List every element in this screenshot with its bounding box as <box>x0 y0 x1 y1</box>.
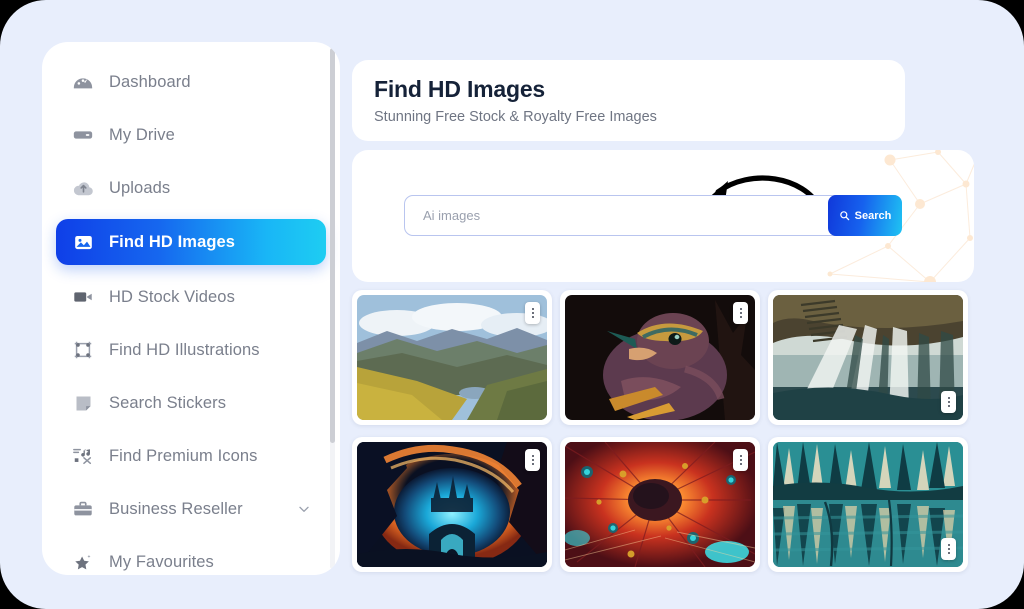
sidebar-item-label: Uploads <box>109 178 171 197</box>
teal-forest-lake-thumbnail <box>773 442 963 567</box>
app-frame: Dashboard My Drive Uploads Find HD Image… <box>0 0 1024 609</box>
mountain-valley-landscape-thumbnail <box>357 295 547 420</box>
abstract-red-explosion-thumbnail <box>565 442 755 567</box>
sidebar-item-find-hd-illustrations[interactable]: Find HD Illustrations <box>56 328 326 372</box>
image-card[interactable] <box>560 290 760 425</box>
sidebar-scrollbar-thumb[interactable] <box>330 48 335 443</box>
chevron-down-icon[interactable] <box>296 501 312 517</box>
sticker-icon <box>70 390 96 416</box>
page-header-card: Find HD Images Stunning Free Stock & Roy… <box>352 60 905 141</box>
kebab-menu-icon[interactable] <box>941 391 956 413</box>
colorful-bird-portrait-thumbnail <box>565 295 755 420</box>
fantasy-fire-portal-thumbnail <box>357 442 547 567</box>
image-card[interactable] <box>768 290 968 425</box>
briefcase-icon <box>70 496 96 522</box>
speedometer-icon <box>70 69 96 95</box>
image-card[interactable] <box>352 437 552 572</box>
sidebar-item-label: My Favourites <box>109 552 214 571</box>
kebab-menu-icon[interactable] <box>941 538 956 560</box>
kebab-menu-icon[interactable] <box>525 302 540 324</box>
search-panel: Search <box>352 150 974 282</box>
sidebar: Dashboard My Drive Uploads Find HD Image… <box>42 42 340 575</box>
star-sparkle-icon <box>70 549 96 575</box>
icon-set-icon <box>70 443 96 469</box>
sidebar-item-find-hd-images[interactable]: Find HD Images <box>56 219 326 265</box>
page-subtitle: Stunning Free Stock & Royalty Free Image… <box>374 109 657 125</box>
sidebar-item-find-premium-icons[interactable]: Find Premium Icons <box>56 434 326 478</box>
search-row: Search <box>404 195 902 236</box>
page-title: Find HD Images <box>374 76 546 102</box>
search-button[interactable]: Search <box>828 195 902 236</box>
sidebar-item-label: Business Reseller <box>109 499 243 518</box>
sidebar-item-label: My Drive <box>109 125 175 144</box>
kebab-menu-icon[interactable] <box>733 449 748 471</box>
image-card[interactable] <box>560 437 760 572</box>
sidebar-item-label: Find HD Illustrations <box>109 340 260 359</box>
sidebar-item-uploads[interactable]: Uploads <box>56 166 326 210</box>
image-icon <box>70 229 96 255</box>
kebab-menu-icon[interactable] <box>525 449 540 471</box>
sidebar-item-label: Find HD Images <box>109 232 236 251</box>
sidebar-item-my-drive[interactable]: My Drive <box>56 113 326 157</box>
cave-light-rays-thumbnail <box>773 295 963 420</box>
sidebar-item-business-reseller[interactable]: Business Reseller <box>56 487 326 531</box>
cloud-upload-icon <box>70 175 96 201</box>
image-card[interactable] <box>352 290 552 425</box>
image-card[interactable] <box>768 437 968 572</box>
sidebar-scroll-area: Dashboard My Drive Uploads Find HD Image… <box>42 42 340 575</box>
search-button-label: Search <box>854 209 892 222</box>
sidebar-item-dashboard[interactable]: Dashboard <box>56 60 326 104</box>
main-content: Find HD Images Stunning Free Stock & Roy… <box>352 42 984 575</box>
sidebar-item-hd-stock-videos[interactable]: HD Stock Videos <box>56 275 326 319</box>
sidebar-item-label: Dashboard <box>109 72 191 91</box>
sidebar-item-label: Find Premium Icons <box>109 446 258 465</box>
search-icon <box>839 211 849 221</box>
video-camera-icon <box>70 284 96 310</box>
crop-frame-icon <box>70 337 96 363</box>
sidebar-item-my-favourites[interactable]: My Favourites <box>56 540 326 575</box>
hard-drive-icon <box>70 122 96 148</box>
image-results-grid <box>352 290 974 572</box>
sidebar-item-label: Search Stickers <box>109 393 227 412</box>
sidebar-item-search-stickers[interactable]: Search Stickers <box>56 381 326 425</box>
kebab-menu-icon[interactable] <box>733 302 748 324</box>
sidebar-item-label: HD Stock Videos <box>109 287 235 306</box>
